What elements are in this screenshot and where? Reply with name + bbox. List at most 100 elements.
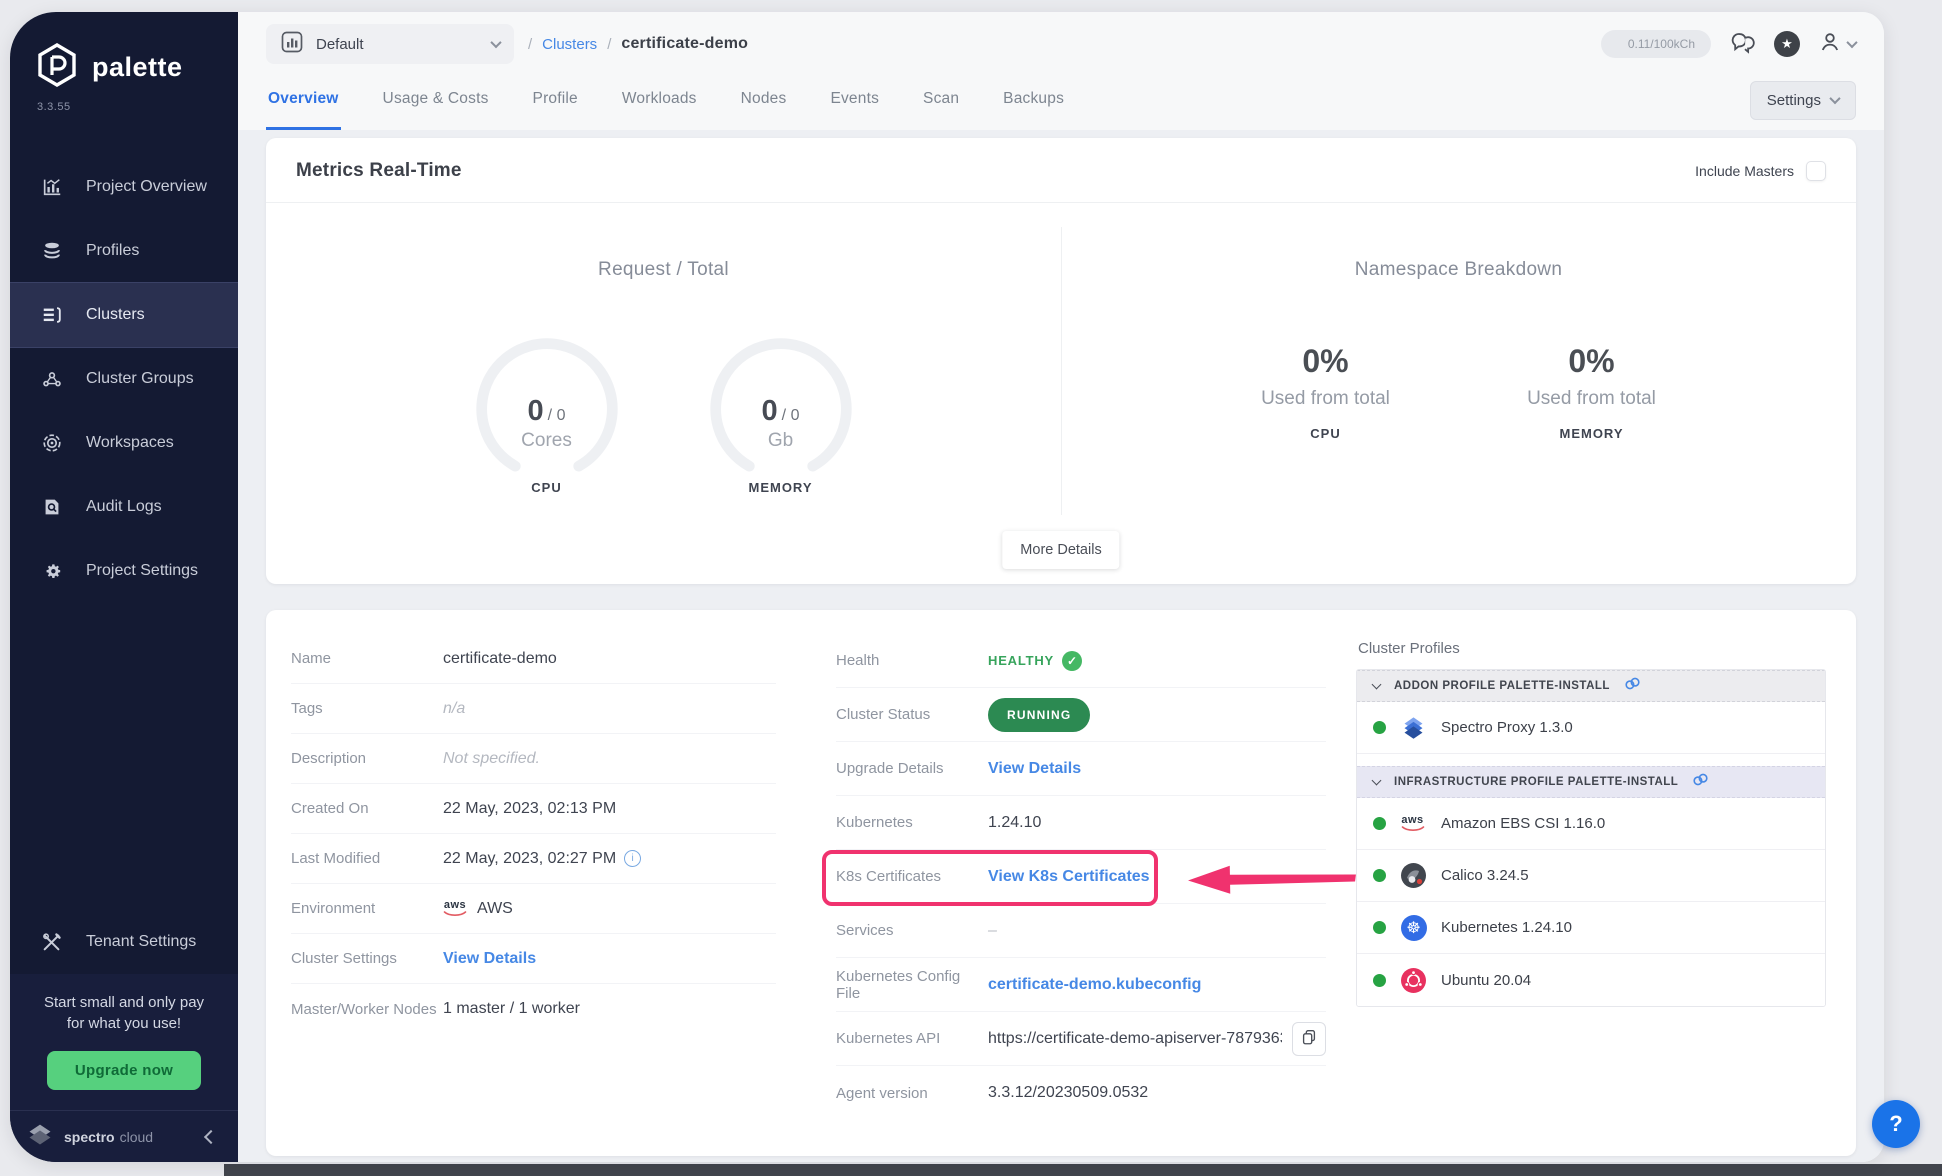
star-badge[interactable]: ★ bbox=[1774, 31, 1800, 57]
breadcrumb-separator: / bbox=[607, 36, 611, 53]
detail-row-cluster-status: Cluster Status RUNNING bbox=[836, 688, 1326, 742]
kubernetes-wheel-glyph: ☸ bbox=[1406, 918, 1420, 938]
promo-line2: for what you use! bbox=[22, 1013, 226, 1035]
project-selector-value: Default bbox=[316, 36, 480, 53]
sidebar: palette 3.3.55 Project Overview bbox=[10, 12, 238, 1162]
footer-brand: spectro bbox=[64, 1129, 115, 1145]
copy-button[interactable] bbox=[1292, 1022, 1326, 1056]
tab-usage-costs[interactable]: Usage & Costs bbox=[381, 70, 491, 130]
chevron-down-icon bbox=[1829, 93, 1840, 104]
gauge-unit: Gb bbox=[703, 430, 859, 452]
breadcrumb: / Clusters / certificate-demo bbox=[528, 35, 748, 53]
detail-value: Not specified. bbox=[443, 750, 540, 768]
upgrade-now-button[interactable]: Upgrade now bbox=[47, 1051, 201, 1090]
cluster-settings-view-details-link[interactable]: View Details bbox=[443, 950, 536, 968]
detail-row-name: Name certificate-demo bbox=[291, 634, 776, 684]
chevron-down-icon[interactable] bbox=[1372, 776, 1382, 786]
section-title: ADDON PROFILE PALETTE-INSTALL bbox=[1394, 680, 1610, 692]
tab-backups[interactable]: Backups bbox=[1001, 70, 1066, 130]
profile-item-name: Spectro Proxy 1.3.0 bbox=[1441, 719, 1573, 736]
more-details-button[interactable]: More Details bbox=[1002, 531, 1119, 569]
cpu-gauge: 0/ 0 Cores CPU bbox=[469, 331, 625, 487]
metrics-header: Metrics Real-Time Include Masters bbox=[266, 138, 1856, 202]
upgrade-view-details-link[interactable]: View Details bbox=[988, 760, 1081, 778]
link-icon[interactable] bbox=[1692, 772, 1709, 792]
project-selector[interactable]: Default bbox=[266, 24, 514, 64]
sidebar-item-cluster-groups[interactable]: Cluster Groups bbox=[10, 347, 238, 411]
chat-button[interactable] bbox=[1729, 29, 1756, 59]
help-button[interactable]: ? bbox=[1872, 1100, 1920, 1148]
breadcrumb-clusters-link[interactable]: Clusters bbox=[542, 36, 597, 53]
detail-label: Description bbox=[291, 750, 443, 767]
sidebar-item-workspaces[interactable]: Workspaces bbox=[10, 411, 238, 475]
detail-row-kubernetes-version: Kubernetes 1.24.10 bbox=[836, 796, 1326, 850]
promo-text: Start small and only pay for what you us… bbox=[22, 992, 226, 1036]
sidebar-item-audit-logs[interactable]: Audit Logs bbox=[10, 475, 238, 539]
detail-row-created-on: Created On 22 May, 2023, 02:13 PM bbox=[291, 784, 776, 834]
request-total-panel: Request / Total 0/ 0 Cores bbox=[266, 203, 1061, 585]
cluster-list-icon bbox=[40, 303, 64, 327]
gauge-total: / 0 bbox=[548, 407, 566, 424]
include-masters-checkbox[interactable] bbox=[1806, 161, 1826, 181]
aws-wordmark: aws bbox=[444, 900, 466, 911]
chevron-down-icon[interactable] bbox=[1372, 680, 1382, 690]
view-k8s-certificates-link[interactable]: View K8s Certificates bbox=[988, 868, 1150, 886]
profile-item-spectro-proxy[interactable]: Spectro Proxy 1.3.0 bbox=[1357, 702, 1825, 754]
profile-item-kubernetes[interactable]: ☸ Kubernetes 1.24.10 bbox=[1357, 902, 1825, 954]
detail-row-last-modified: Last Modified 22 May, 2023, 02:27 PM i bbox=[291, 834, 776, 884]
topbar-right: 0.11/100kCh ★ bbox=[1601, 29, 1856, 59]
network-nodes-icon bbox=[40, 367, 64, 391]
memory-stat: 0% Used from total MEMORY bbox=[1517, 343, 1667, 441]
infrastructure-profile-section-header[interactable]: INFRASTRUCTURE PROFILE PALETTE-INSTALL bbox=[1357, 766, 1825, 798]
settings-button-label: Settings bbox=[1767, 92, 1821, 109]
gauges: 0/ 0 Cores CPU bbox=[266, 331, 1061, 487]
tab-events[interactable]: Events bbox=[828, 70, 881, 130]
profile-item-name: Calico 3.24.5 bbox=[1441, 867, 1529, 884]
tab-workloads[interactable]: Workloads bbox=[620, 70, 699, 130]
screen: palette 3.3.55 Project Overview bbox=[0, 0, 1942, 1176]
detail-row-kubeconfig: Kubernetes Config File certificate-demo.… bbox=[836, 958, 1326, 1012]
detail-label: Kubernetes Config File bbox=[836, 968, 988, 1002]
profile-item-ubuntu[interactable]: Ubuntu 20.04 bbox=[1357, 954, 1825, 1006]
collapse-sidebar-icon[interactable] bbox=[204, 1129, 218, 1143]
user-menu[interactable] bbox=[1818, 30, 1856, 59]
detail-value: certificate-demo bbox=[443, 650, 557, 668]
sidebar-item-clusters[interactable]: Clusters bbox=[10, 283, 238, 347]
namespace-stats: 0% Used from total CPU 0% Used from tota… bbox=[1061, 343, 1856, 441]
detail-value: 1.24.10 bbox=[988, 814, 1041, 832]
sidebar-item-profiles[interactable]: Profiles bbox=[10, 219, 238, 283]
detail-value: 22 May, 2023, 02:27 PM i bbox=[443, 850, 641, 868]
detail-label: Cluster Status bbox=[836, 706, 988, 723]
profile-item-amazon-ebs-csi[interactable]: aws Amazon EBS CSI 1.16.0 bbox=[1357, 798, 1825, 850]
stat-label: CPU bbox=[1251, 426, 1401, 441]
content: Metrics Real-Time Include Masters Reques… bbox=[238, 130, 1884, 1162]
info-icon[interactable]: i bbox=[624, 850, 641, 867]
profile-item-calico[interactable]: Calico 3.24.5 bbox=[1357, 850, 1825, 902]
request-total-title: Request / Total bbox=[266, 259, 1061, 281]
metrics-body: Request / Total 0/ 0 Cores bbox=[266, 203, 1856, 585]
detail-value: n/a bbox=[443, 700, 465, 718]
sidebar-item-label: Profiles bbox=[86, 242, 139, 260]
tab-overview[interactable]: Overview bbox=[266, 70, 341, 130]
kubeconfig-download-link[interactable]: certificate-demo.kubeconfig bbox=[988, 976, 1201, 994]
tab-profile[interactable]: Profile bbox=[531, 70, 580, 130]
include-masters: Include Masters bbox=[1695, 161, 1826, 181]
sidebar-item-tenant-settings[interactable]: Tenant Settings bbox=[10, 910, 238, 974]
app-window: palette 3.3.55 Project Overview bbox=[10, 12, 1884, 1162]
footer-brand-suffix: cloud bbox=[120, 1129, 153, 1145]
tab-nodes[interactable]: Nodes bbox=[739, 70, 789, 130]
detail-row-master-worker-nodes: Master/Worker Nodes 1 master / 1 worker bbox=[291, 984, 776, 1034]
sidebar-item-project-settings[interactable]: Project Settings bbox=[10, 539, 238, 603]
settings-button[interactable]: Settings bbox=[1750, 81, 1856, 120]
addon-profile-section-header[interactable]: ADDON PROFILE PALETTE-INSTALL bbox=[1357, 670, 1825, 702]
detail-label: Environment bbox=[291, 900, 443, 917]
brand: palette bbox=[10, 12, 238, 99]
tab-scan[interactable]: Scan bbox=[921, 70, 961, 130]
link-icon[interactable] bbox=[1624, 676, 1641, 696]
detail-label: Agent version bbox=[836, 1085, 988, 1102]
detail-row-upgrade-details: Upgrade Details View Details bbox=[836, 742, 1326, 796]
status-dot bbox=[1373, 817, 1386, 830]
tabs: Overview Usage & Costs Profile Workloads… bbox=[266, 70, 1066, 130]
sidebar-item-project-overview[interactable]: Project Overview bbox=[10, 155, 238, 219]
background-window-edge bbox=[224, 1164, 1942, 1176]
